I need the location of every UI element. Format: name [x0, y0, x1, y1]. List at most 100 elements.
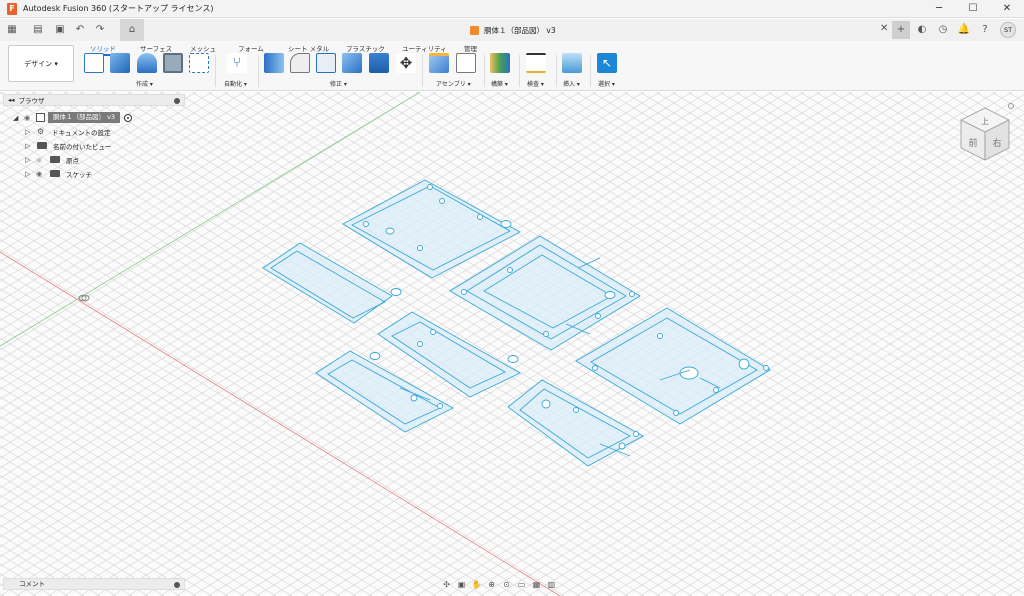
visibility-eye-icon[interactable]: ◉	[24, 114, 34, 122]
browser-item-origin[interactable]: ▷ ◉ 原点	[25, 153, 79, 166]
look-at-icon[interactable]: ▣	[455, 578, 468, 591]
fit-icon[interactable]: ⊙	[500, 578, 513, 591]
extrude-icon[interactable]	[110, 53, 130, 73]
visibility-eye-icon[interactable]: ◉	[36, 170, 46, 178]
group-assemble[interactable]: アセンブリ ▾	[436, 79, 471, 88]
pattern-icon[interactable]	[189, 53, 209, 73]
group-inspect[interactable]: 検査 ▾	[527, 79, 544, 88]
expand-triangle-icon[interactable]: ▷	[25, 170, 33, 178]
expand-triangle-icon[interactable]: ▷	[25, 156, 33, 164]
new-component-icon[interactable]	[429, 53, 449, 73]
redo-icon[interactable]: ↷	[92, 22, 108, 38]
hole-circle[interactable]	[437, 403, 443, 409]
expand-triangle-icon[interactable]: ▷	[25, 142, 33, 150]
close-button[interactable]: ✕	[990, 0, 1024, 18]
browser-header[interactable]: ◂◂ ブラウザ	[3, 94, 185, 106]
hole-circle[interactable]	[629, 291, 635, 297]
orbit-icon[interactable]: ✣	[440, 578, 453, 591]
viewports-icon[interactable]: ▥	[545, 578, 558, 591]
hole-circle[interactable]	[507, 355, 519, 363]
expand-triangle-icon[interactable]: ▷	[25, 128, 33, 136]
notifications-icon[interactable]: 🔔	[955, 21, 973, 39]
hole-circle[interactable]	[541, 399, 551, 409]
shell-icon[interactable]	[316, 53, 336, 73]
group-construct[interactable]: 構築 ▾	[491, 79, 508, 88]
hole-circle[interactable]	[385, 227, 395, 235]
create-sketch-icon[interactable]	[84, 53, 104, 73]
hole-circle[interactable]	[543, 331, 549, 337]
hole-circle[interactable]	[573, 407, 579, 413]
revolve-icon[interactable]	[137, 53, 157, 73]
group-automate[interactable]: 自動化 ▾	[224, 79, 247, 88]
hole-circle[interactable]	[477, 214, 483, 220]
home-tab-icon[interactable]: ⌂	[120, 19, 144, 41]
hole-circle[interactable]	[763, 365, 769, 371]
move-copy-icon[interactable]: ✥	[396, 53, 416, 73]
grid-settings-icon[interactable]: ▦	[530, 578, 543, 591]
hole-circle[interactable]	[738, 358, 750, 370]
hole-circle[interactable]	[604, 291, 616, 299]
view-cube[interactable]: 上 前 右	[955, 100, 1015, 170]
extensions-icon[interactable]: ◐	[913, 21, 931, 39]
hole-circle[interactable]	[410, 394, 418, 402]
hole-circle[interactable]	[592, 365, 598, 371]
tab-plastic[interactable]: プラスチック	[346, 43, 385, 53]
press-pull-icon[interactable]	[264, 53, 284, 73]
collapse-icon[interactable]: ◂◂	[8, 96, 15, 104]
hole-circle[interactable]	[679, 366, 699, 380]
hole-circle[interactable]	[507, 267, 513, 273]
new-tab-icon[interactable]: +	[892, 21, 910, 39]
joint-icon[interactable]	[456, 53, 476, 73]
tab-manage[interactable]: 管理	[464, 43, 477, 53]
tab-surface[interactable]: サーフェス	[140, 43, 172, 53]
measure-icon[interactable]	[526, 53, 546, 73]
save-icon[interactable]: ▣	[52, 22, 68, 38]
hole-circle[interactable]	[439, 198, 445, 204]
hole-circle[interactable]	[427, 184, 433, 190]
maximize-button[interactable]: ☐	[956, 0, 990, 18]
hole-circle[interactable]	[500, 220, 512, 228]
browser-item-document-settings[interactable]: ▷ ⚙ ドキュメントの設定	[25, 125, 111, 138]
group-create[interactable]: 作成 ▾	[136, 79, 153, 88]
hole-circle[interactable]	[713, 387, 719, 393]
document-tab[interactable]: 胴体１（部品図） v3	[470, 22, 556, 38]
tab-sheet-metal[interactable]: シート メタル	[288, 43, 329, 53]
fillet-icon[interactable]	[290, 53, 310, 73]
visibility-eye-icon[interactable]: ◉	[36, 156, 46, 164]
activate-radio-icon[interactable]	[124, 113, 133, 122]
hole-circle[interactable]	[461, 289, 467, 295]
minimize-button[interactable]: ─	[922, 0, 956, 18]
zoom-icon[interactable]: ⊕	[485, 578, 498, 591]
hole-circle[interactable]	[430, 329, 436, 335]
undo-icon[interactable]: ↶	[72, 22, 88, 38]
hole-circle[interactable]	[417, 245, 423, 251]
pin-icon[interactable]	[174, 582, 180, 588]
comments-panel[interactable]: コメント	[3, 578, 185, 590]
file-menu-icon[interactable]: ▤	[30, 22, 46, 38]
app-grid-icon[interactable]: ▦	[4, 22, 20, 38]
select-cursor-icon[interactable]: ↖	[597, 53, 617, 73]
browser-item-named-views[interactable]: ▷ 名前の付いたビュー	[25, 139, 112, 152]
group-insert[interactable]: 挿入 ▾	[563, 79, 580, 88]
browser-item-sketches[interactable]: ▷ ◉ スケッチ	[25, 167, 92, 180]
workspace-dropdown[interactable]: デザイン ▾	[8, 45, 74, 82]
hole-circle[interactable]	[657, 333, 663, 339]
hole-circle[interactable]	[633, 431, 639, 437]
avatar[interactable]: ST	[1000, 22, 1016, 38]
group-modify[interactable]: 修正 ▾	[330, 79, 347, 88]
hole-icon[interactable]	[163, 53, 183, 73]
hole-circle[interactable]	[390, 288, 402, 296]
group-select[interactable]: 選択 ▾	[598, 79, 615, 88]
hole-circle[interactable]	[618, 442, 626, 450]
hole-circle[interactable]	[369, 352, 381, 360]
scale-icon[interactable]	[369, 53, 389, 73]
automate-icon[interactable]: ⑂	[227, 53, 247, 73]
hole-circle[interactable]	[673, 410, 679, 416]
hole-circle[interactable]	[595, 313, 601, 319]
offset-plane-icon[interactable]	[490, 53, 510, 73]
tab-form[interactable]: フォーム	[238, 43, 264, 53]
display-settings-icon[interactable]: ▭	[515, 578, 528, 591]
help-icon[interactable]: ?	[976, 21, 994, 39]
tab-mesh[interactable]: メッシュ	[190, 43, 216, 53]
tab-close-icon[interactable]: ✕	[880, 23, 888, 34]
